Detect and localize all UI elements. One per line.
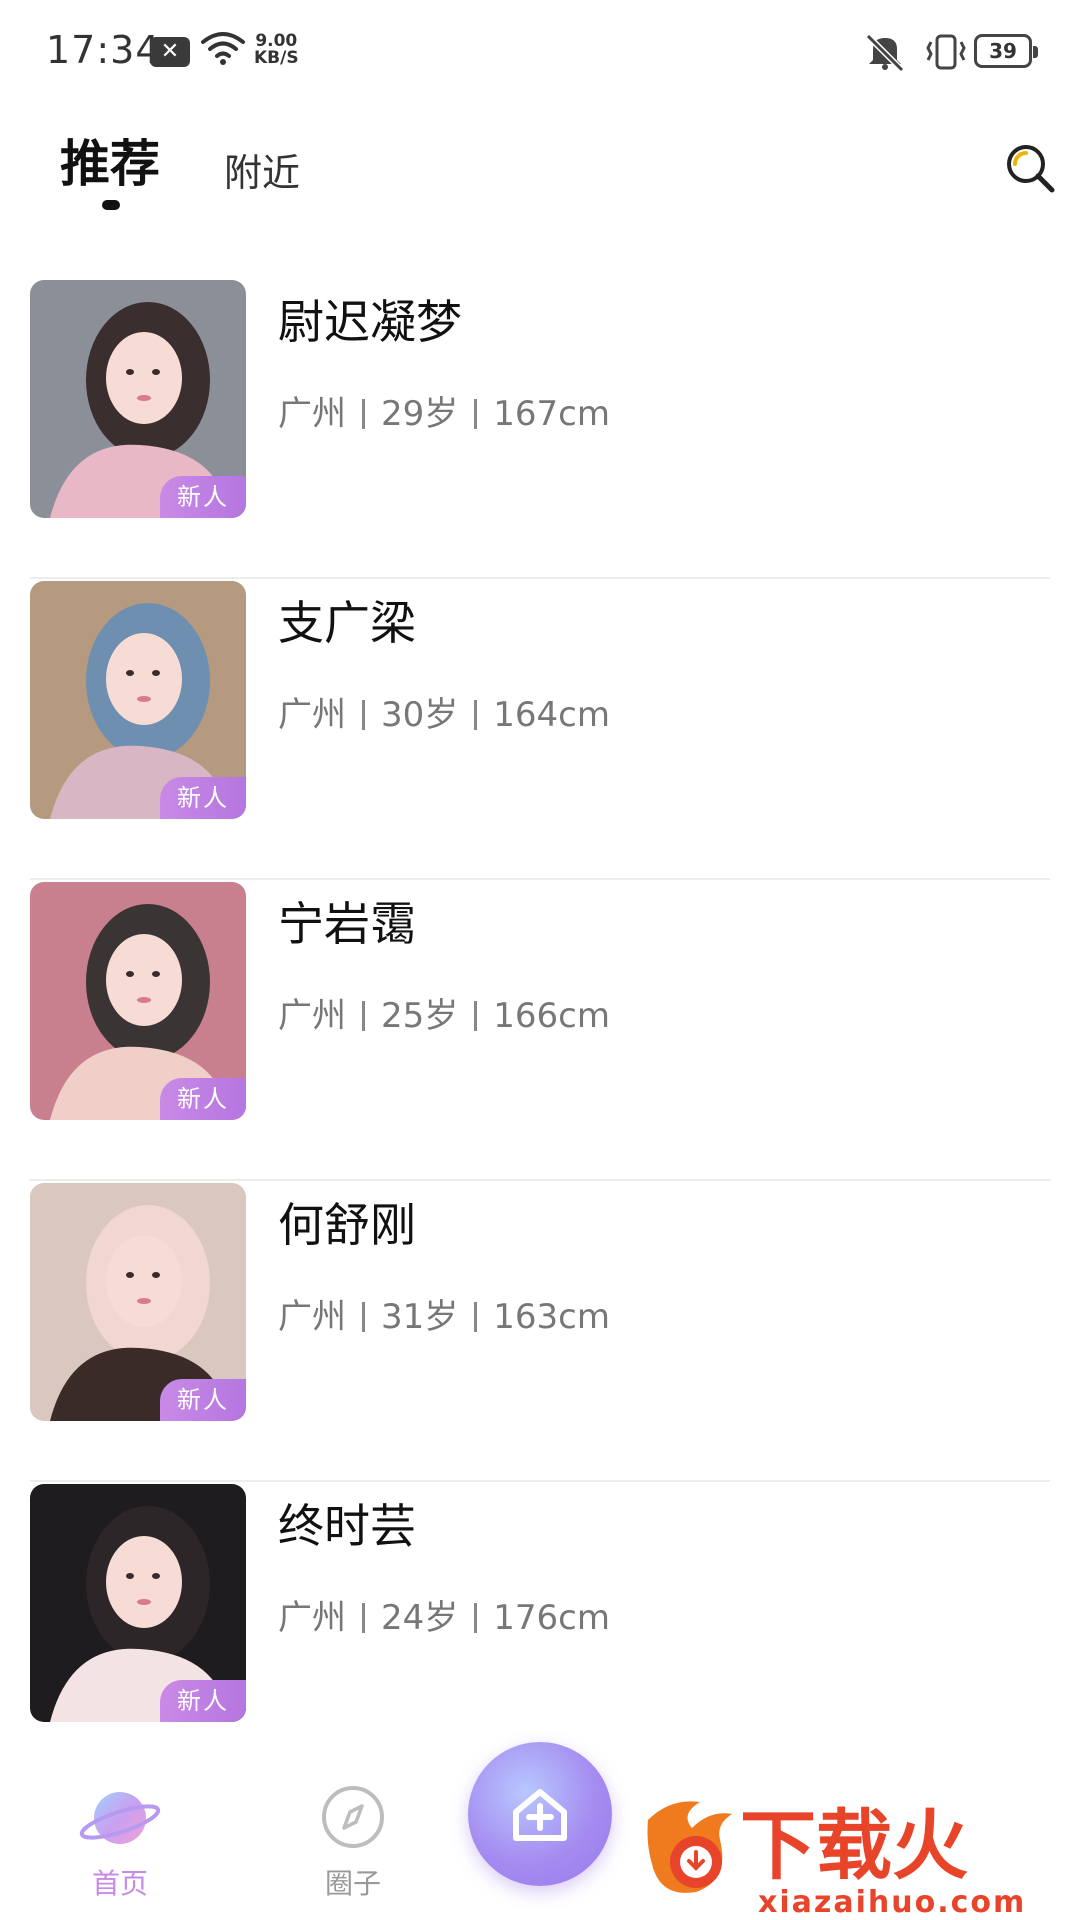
profile-city: 广州: [278, 695, 346, 735]
planet-icon: [79, 1792, 161, 1844]
new-user-badge: 新人: [160, 1680, 246, 1722]
profile-city: 广州: [278, 394, 346, 434]
profile-photo[interactable]: 新人: [30, 882, 246, 1120]
profile-name: 宁岩霭: [278, 897, 416, 951]
nav-circle-label: 圈子: [324, 1867, 381, 1900]
search-icon[interactable]: [1002, 140, 1058, 196]
separator: [474, 1302, 478, 1332]
separator: [362, 700, 365, 730]
profile-meta: 广州 25岁 166cm: [278, 988, 610, 1037]
profile-meta: 广州 31岁 163cm: [278, 1289, 610, 1338]
nav-circle[interactable]: 圈子: [288, 1782, 418, 1902]
nav-home[interactable]: 首页: [70, 1782, 170, 1902]
profile-photo[interactable]: 新人: [30, 1484, 246, 1722]
x-icon: ✕: [150, 37, 190, 67]
profile-row[interactable]: 新人 宁岩霭 广州 25岁 166cm: [0, 880, 1080, 1181]
profile-age: 31岁: [381, 1297, 459, 1337]
separator: [474, 1001, 478, 1031]
watermark-logo: 下载火 xiazaihuo.com: [647, 1801, 1026, 1920]
profile-row[interactable]: 新人 何舒刚 广州 31岁 163cm: [0, 1181, 1080, 1482]
profile-meta: 广州 24岁 176cm: [278, 1590, 610, 1639]
separator: [474, 700, 478, 730]
network-speed: 9.00 KB/S: [254, 33, 299, 67]
profile-photo[interactable]: 新人: [30, 581, 246, 819]
house-plus-icon: [513, 1789, 567, 1841]
separator: [362, 399, 365, 429]
profile-age: 30岁: [381, 695, 459, 735]
watermark-brand: 下载火: [740, 1801, 968, 1890]
new-user-badge: 新人: [160, 1078, 246, 1120]
speed-unit: KB/S: [254, 48, 299, 68]
profile-row[interactable]: 新人 终时芸 广州 24岁 176cm: [0, 1482, 1080, 1783]
profile-height: 167cm: [493, 394, 610, 434]
vibrate-icon: [926, 34, 966, 70]
profile-height: 166cm: [493, 996, 610, 1036]
separator: [362, 1001, 365, 1031]
compass-icon: [322, 1786, 384, 1848]
status-time: 17:34: [46, 28, 161, 72]
separator: [474, 1603, 478, 1633]
profile-city: 广州: [278, 1297, 346, 1337]
mute-bell-icon: [865, 33, 905, 72]
top-tabs: 推荐 附近: [0, 110, 1080, 220]
profile-photo[interactable]: 新人: [30, 280, 246, 518]
profile-list: 新人 尉迟凝梦 广州 29岁 167cm 新人 支广梁 广州 30岁 164cm…: [0, 278, 1080, 1783]
profile-city: 广州: [278, 1598, 346, 1638]
new-user-badge: 新人: [160, 1379, 246, 1421]
tab-recommend[interactable]: 推荐: [60, 124, 160, 196]
profile-name: 支广梁: [278, 596, 416, 650]
separator: [362, 1603, 365, 1633]
profile-age: 29岁: [381, 394, 459, 434]
watermark-url: xiazaihuo.com: [758, 1885, 1026, 1920]
battery-indicator: 39: [974, 34, 1038, 68]
profile-height: 163cm: [493, 1297, 610, 1337]
profile-height: 176cm: [493, 1598, 610, 1638]
profile-name: 尉迟凝梦: [278, 295, 462, 349]
profile-name: 何舒刚: [278, 1198, 416, 1252]
tab-nearby[interactable]: 附近: [224, 142, 300, 197]
profile-age: 25岁: [381, 996, 459, 1036]
app-screen: 17:34 ✕ 9.00 KB/S 39 推荐 附近 新人 尉迟凝梦 广州 29…: [0, 0, 1080, 1920]
profile-meta: 广州 29岁 167cm: [278, 386, 610, 435]
profile-height: 164cm: [493, 695, 610, 735]
wifi-icon: [201, 32, 245, 65]
new-user-badge: 新人: [160, 476, 246, 518]
separator: [362, 1302, 365, 1332]
profile-row[interactable]: 新人 尉迟凝梦 广州 29岁 167cm: [0, 278, 1080, 579]
new-user-badge: 新人: [160, 777, 246, 819]
active-tab-indicator: [102, 200, 120, 210]
profile-row[interactable]: 新人 支广梁 广州 30岁 164cm: [0, 579, 1080, 880]
status-bar: 17:34 ✕ 9.00 KB/S 39: [0, 0, 1080, 100]
profile-city: 广州: [278, 996, 346, 1036]
publish-button[interactable]: [468, 1742, 612, 1886]
profile-photo[interactable]: 新人: [30, 1183, 246, 1421]
profile-name: 终时芸: [278, 1499, 416, 1553]
nav-home-label: 首页: [91, 1867, 148, 1900]
profile-meta: 广州 30岁 164cm: [278, 687, 610, 736]
separator: [474, 399, 478, 429]
profile-age: 24岁: [381, 1598, 459, 1638]
